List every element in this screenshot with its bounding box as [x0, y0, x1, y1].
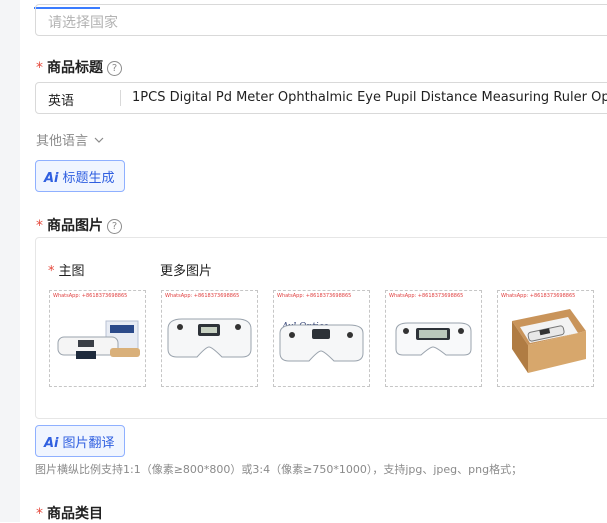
- required-mark: *: [36, 218, 43, 234]
- chevron-down-icon: [94, 137, 104, 143]
- more-image-thumbnail-1[interactable]: WhatsApp: +8618373698865: [161, 290, 258, 387]
- image-translate-button[interactable]: Ai 图片翻译: [35, 425, 125, 457]
- image-translate-label: 图片翻译: [62, 436, 115, 451]
- more-images-label: 更多图片: [160, 264, 213, 279]
- title-field-label: * 商品标题?: [36, 57, 122, 77]
- pd-meter-display-image: [395, 322, 472, 356]
- image-format-note: 图片横纵比例支持1:1（像素≥800*800）或3:4（像素≥750*1000）…: [35, 463, 523, 476]
- language-divider: [120, 90, 121, 106]
- main-image-label: * 主图: [48, 260, 85, 279]
- other-languages-label: 其他语言: [36, 134, 89, 149]
- question-circle-icon[interactable]: ?: [107, 61, 122, 76]
- more-image-thumbnail-3[interactable]: WhatsApp: +8618373698865: [385, 290, 482, 387]
- other-languages-toggle[interactable]: 其他语言: [36, 130, 104, 149]
- main-image-label-text: 主图: [58, 264, 85, 279]
- pd-meter-branded-image: Avl Optics: [279, 322, 364, 362]
- title-generate-button[interactable]: Ai 标题生成: [35, 160, 125, 192]
- more-image-thumbnail-2[interactable]: WhatsApp: +8618373698865 Avl Optics: [273, 290, 370, 387]
- question-circle-icon[interactable]: ?: [107, 219, 122, 234]
- pd-meter-front-image: [167, 318, 252, 358]
- country-select[interactable]: 请选择国家: [35, 4, 607, 36]
- required-mark: *: [36, 60, 43, 76]
- ai-icon: Ai: [44, 436, 59, 451]
- ai-icon: Ai: [44, 171, 59, 186]
- more-image-thumbnail-4[interactable]: WhatsApp: +8618373698865: [497, 290, 594, 387]
- required-mark: *: [36, 506, 43, 522]
- main-image-thumbnail[interactable]: WhatsApp: +8618373698865: [49, 290, 146, 387]
- image-label-text: 商品图片: [47, 218, 103, 234]
- category-label-text: 商品类目: [47, 506, 103, 522]
- image-field-label: * 商品图片?: [36, 215, 122, 235]
- title-input-value[interactable]: 1PCS Digital Pd Meter Ophthalmic Eye Pup…: [132, 90, 607, 105]
- required-mark: *: [48, 264, 55, 279]
- left-gutter: [0, 0, 20, 522]
- title-input[interactable]: 英语 1PCS Digital Pd Meter Ophthalmic Eye …: [35, 82, 607, 114]
- title-generate-label: 标题生成: [62, 171, 115, 186]
- category-field-label: * 商品类目: [36, 503, 103, 523]
- image-panel: * 主图 更多图片 WhatsApp: +8618373698865 WhatsA…: [35, 237, 607, 419]
- pd-meter-in-box-image: [512, 309, 586, 373]
- pd-meter-with-box-image: [57, 320, 140, 359]
- country-placeholder: 请选择国家: [48, 15, 118, 31]
- title-label-text: 商品标题: [47, 60, 103, 76]
- title-language-tag: 英语: [48, 94, 75, 109]
